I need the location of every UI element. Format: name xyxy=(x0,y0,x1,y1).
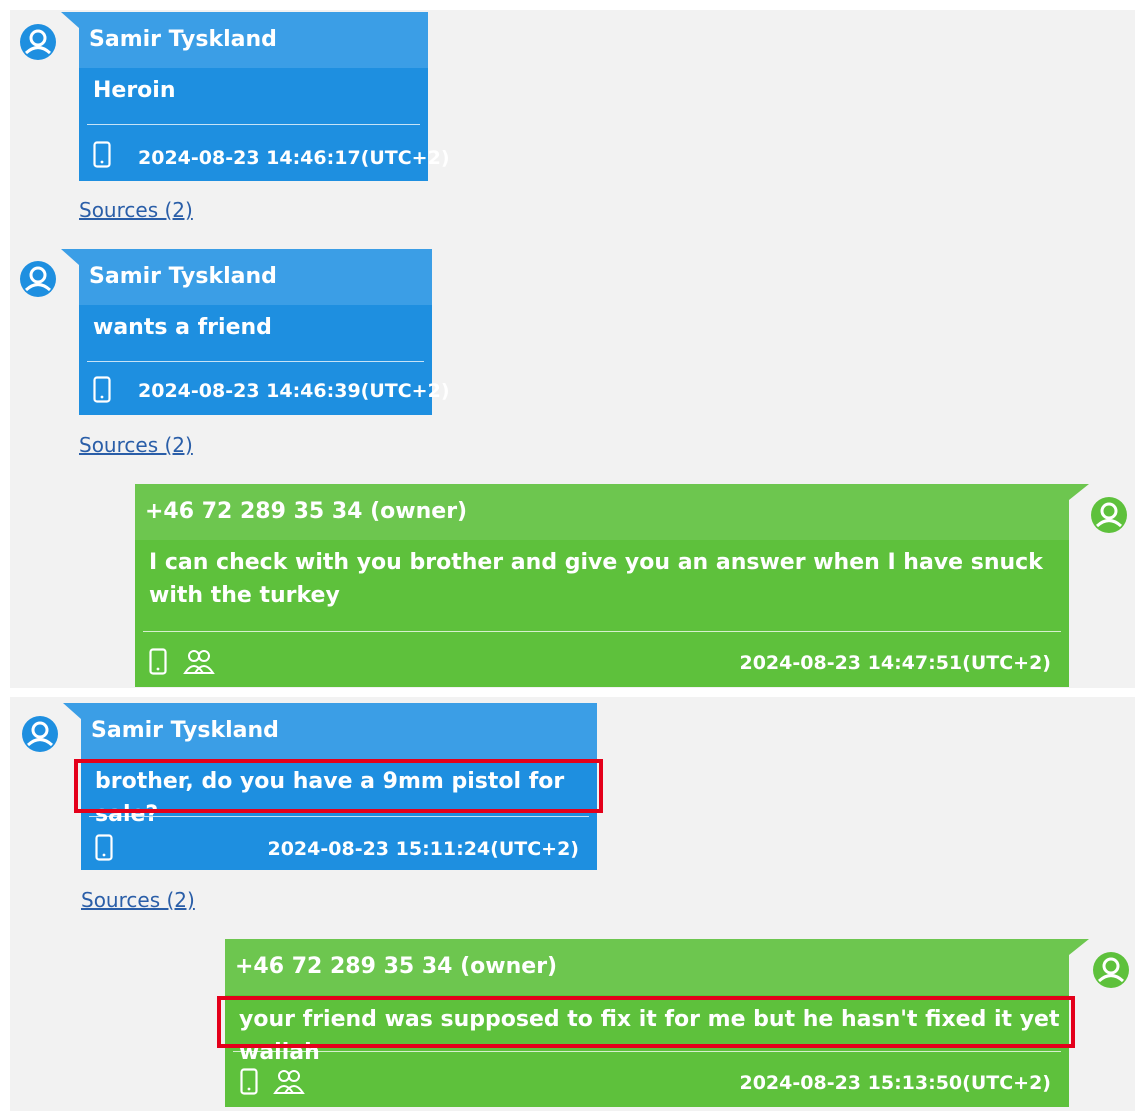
owner-avatar-icon xyxy=(1093,952,1129,988)
contact-avatar-icon xyxy=(20,261,56,297)
message-bubble: Samir Tyskland wants a friend 2024-08-23… xyxy=(61,249,450,415)
message-text: I can check with you brother and give yo… xyxy=(149,550,1043,608)
sources-link[interactable]: Sources (2) xyxy=(79,198,193,222)
owner-avatar-icon xyxy=(1091,497,1127,533)
phone-icon xyxy=(93,141,111,168)
divider xyxy=(87,361,424,362)
sender-name: Samir Tyskland xyxy=(89,27,277,52)
message-bubble: Samir Tyskland Heroin 2024-08-23 14:46:1… xyxy=(61,12,450,181)
message-timestamp: 2024-08-23 15:11:24(UTC+2) xyxy=(267,838,579,860)
message-timestamp: 2024-08-23 14:47:51(UTC+2) xyxy=(739,652,1051,674)
divider xyxy=(87,124,420,125)
phone-icon xyxy=(240,1068,258,1095)
group-icon xyxy=(183,650,215,674)
contact-avatar-icon xyxy=(22,716,58,752)
group-icon xyxy=(273,1070,305,1094)
sender-name: Samir Tyskland xyxy=(91,718,279,743)
divider xyxy=(233,1051,1061,1052)
phone-icon xyxy=(149,648,167,675)
message-bubble: +46 72 289 35 34 (owner) I can check wit… xyxy=(135,484,1089,687)
phone-icon xyxy=(93,376,111,403)
message-timestamp: 2024-08-23 14:46:39(UTC+2) xyxy=(138,380,450,402)
message-timestamp: 2024-08-23 14:46:17(UTC+2) xyxy=(138,147,450,169)
phone-icon xyxy=(95,834,113,861)
sources-link[interactable]: Sources (2) xyxy=(79,433,193,457)
sender-name: Samir Tyskland xyxy=(89,264,277,289)
sender-name: +46 72 289 35 34 (owner) xyxy=(145,499,468,524)
highlight-box xyxy=(217,996,1075,1048)
message-text: Heroin xyxy=(93,78,176,103)
sources-link[interactable]: Sources (2) xyxy=(81,888,195,912)
highlight-box xyxy=(74,759,603,813)
message-text: wants a friend xyxy=(93,315,272,340)
divider xyxy=(143,631,1061,632)
message-timestamp: 2024-08-23 15:13:50(UTC+2) xyxy=(739,1072,1051,1094)
divider xyxy=(89,816,589,817)
contact-avatar-icon xyxy=(20,24,56,60)
sender-name: +46 72 289 35 34 (owner) xyxy=(235,954,558,979)
